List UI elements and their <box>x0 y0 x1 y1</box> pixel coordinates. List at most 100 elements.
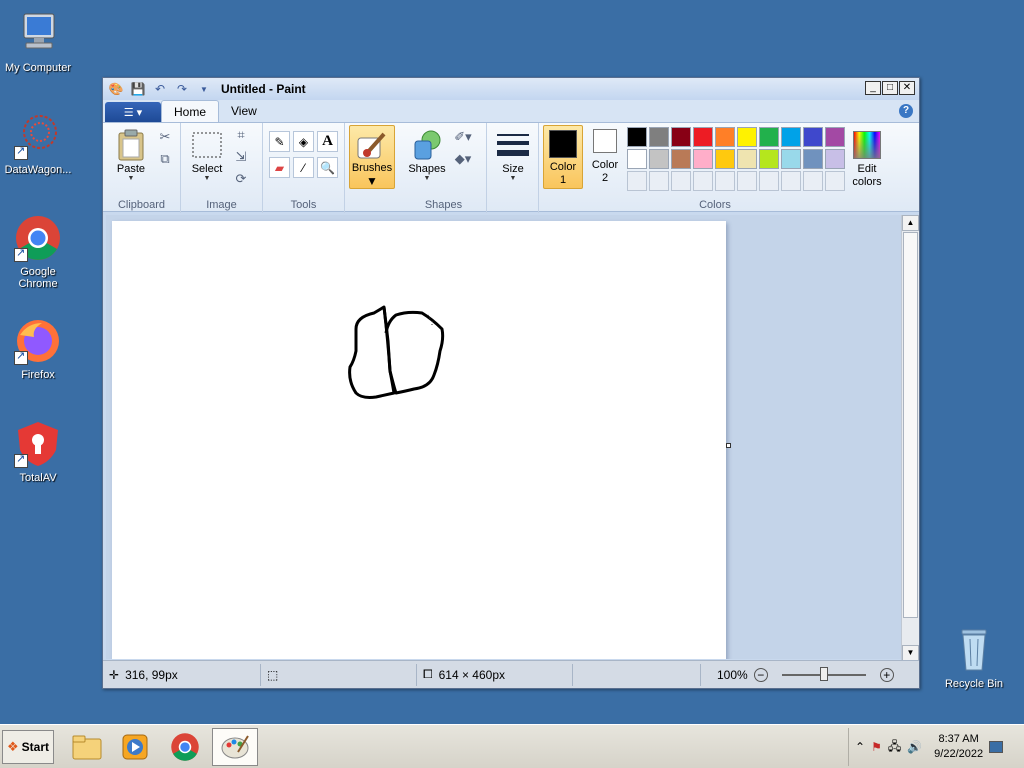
chrome-icon <box>14 214 62 262</box>
palette-swatch[interactable] <box>715 149 735 169</box>
drawing-canvas[interactable] <box>112 221 726 659</box>
tab-home[interactable]: Home <box>161 100 220 122</box>
size-button[interactable]: Size ▼ <box>493 129 533 182</box>
text-tool-icon[interactable]: A <box>317 131 338 152</box>
palette-swatch[interactable] <box>627 171 647 191</box>
palette-swatch[interactable] <box>825 171 845 191</box>
scroll-thumb[interactable] <box>903 232 918 618</box>
color-picker-icon[interactable]: ⁄ <box>293 157 314 178</box>
palette-swatch[interactable] <box>781 127 801 147</box>
palette-swatch[interactable] <box>627 127 647 147</box>
shortcut-arrow-icon <box>14 144 28 160</box>
scroll-down-icon[interactable]: ▼ <box>902 645 919 661</box>
zoom-in-button[interactable]: + <box>879 667 894 682</box>
paint-menu-button[interactable]: ☰ ▾ <box>105 102 161 122</box>
color1-button[interactable]: Color 1 <box>543 125 583 189</box>
show-desktop-icon[interactable] <box>989 741 1004 753</box>
magnifier-icon[interactable]: 🔍 <box>317 157 338 178</box>
desktop-icon-recycle-bin[interactable]: Recycle Bin <box>936 626 1012 690</box>
palette-swatch[interactable] <box>737 127 757 147</box>
palette-swatch[interactable] <box>803 171 823 191</box>
resize-icon[interactable]: ⇲ <box>231 147 251 167</box>
palette-swatch[interactable] <box>825 127 845 147</box>
taskbar-paint[interactable] <box>212 728 258 766</box>
color2-button[interactable]: Color 2 <box>587 129 623 185</box>
scroll-up-icon[interactable]: ▲ <box>902 215 919 231</box>
palette-swatch[interactable] <box>671 149 691 169</box>
eraser-icon[interactable]: ▰ <box>269 157 290 178</box>
taskbar-media-player[interactable] <box>112 728 158 766</box>
desktop-icon-label: My Computer <box>4 62 72 74</box>
palette-swatch[interactable] <box>671 171 691 191</box>
pencil-icon[interactable]: ✎ <box>269 131 290 152</box>
tab-view[interactable]: View <box>219 100 269 122</box>
save-icon[interactable]: 💾 <box>129 81 147 97</box>
clock[interactable]: 8:37 AM 9/22/2022 <box>934 732 983 762</box>
palette-swatch[interactable] <box>737 149 757 169</box>
palette-swatch[interactable] <box>825 149 845 169</box>
start-button[interactable]: ❖ Start <box>2 730 54 764</box>
desktop-icon-label: Recycle Bin <box>944 678 1004 690</box>
palette-swatch[interactable] <box>737 171 757 191</box>
paste-button[interactable]: Paste ▼ <box>111 129 151 182</box>
taskbar: ❖ Start ⌃ ⚑ 🖧 🔊 8:37 AM 9/22/2022 <box>0 724 1024 768</box>
taskbar-chrome[interactable] <box>162 728 208 766</box>
edit-colors-button[interactable]: Edit colors <box>845 129 889 189</box>
cursor-position-text: 316, 99px <box>125 667 178 682</box>
palette-swatch[interactable] <box>649 171 669 191</box>
fill-bucket-icon[interactable]: ◈ <box>293 131 314 152</box>
palette-swatch[interactable] <box>693 149 713 169</box>
palette-swatch[interactable] <box>759 149 779 169</box>
crop-icon[interactable]: ⌗ <box>231 125 251 145</box>
palette-swatch[interactable] <box>803 149 823 169</box>
edit-colors-label: Edit colors <box>845 163 889 189</box>
undo-icon[interactable]: ↶ <box>151 81 169 97</box>
desktop-icon-totalav[interactable]: TotalAV <box>0 420 76 484</box>
palette-swatch[interactable] <box>715 127 735 147</box>
desktop-icon-datawagon[interactable]: DataWagon... <box>0 112 76 176</box>
action-center-flag-icon[interactable]: ⚑ <box>871 740 882 754</box>
palette-swatch[interactable] <box>781 171 801 191</box>
palette-swatch[interactable] <box>803 127 823 147</box>
minimize-button[interactable]: _ <box>865 81 881 95</box>
clock-date: 9/22/2022 <box>934 748 984 760</box>
palette-swatch[interactable] <box>693 171 713 191</box>
desktop-icon-firefox[interactable]: Firefox <box>0 317 76 381</box>
copy-icon[interactable]: ⧉ <box>155 149 175 169</box>
maximize-button[interactable]: □ <box>882 81 898 95</box>
palette-swatch[interactable] <box>781 149 801 169</box>
outline-icon[interactable]: ✐▾ <box>453 127 473 147</box>
palette-swatch[interactable] <box>671 127 691 147</box>
close-button[interactable]: ✕ <box>899 81 915 95</box>
palette-swatch[interactable] <box>649 127 669 147</box>
volume-icon[interactable]: 🔊 <box>907 740 922 754</box>
canvas-area[interactable] <box>106 215 902 659</box>
palette-swatch[interactable] <box>693 127 713 147</box>
canvas-resize-handle[interactable] <box>726 443 731 448</box>
redo-icon[interactable]: ↷ <box>173 81 191 97</box>
palette-swatch[interactable] <box>759 127 779 147</box>
help-icon[interactable]: ? <box>899 104 913 118</box>
palette-swatch[interactable] <box>715 171 735 191</box>
network-icon[interactable]: 🖧 <box>888 737 901 758</box>
desktop-icon-google-chrome[interactable]: Google Chrome <box>0 214 76 290</box>
select-button[interactable]: Select ▼ <box>187 129 227 182</box>
customize-dropdown-icon[interactable]: ▼ <box>195 81 213 97</box>
desktop-icon-my-computer[interactable]: My Computer <box>0 10 76 74</box>
cut-icon[interactable]: ✂ <box>155 127 175 147</box>
paint-app-icon[interactable]: 🎨 <box>107 81 125 97</box>
palette-swatch[interactable] <box>627 149 647 169</box>
title-bar[interactable]: 🎨 💾 ↶ ↷ ▼ Untitled - Paint _ □ ✕ <box>103 78 919 100</box>
zoom-slider-thumb[interactable] <box>819 666 828 681</box>
vertical-scrollbar[interactable]: ▲ ▼ <box>901 215 919 661</box>
zoom-out-button[interactable]: − <box>753 667 768 682</box>
fill-icon[interactable]: ◆▾ <box>453 149 473 169</box>
palette-swatch[interactable] <box>759 171 779 191</box>
palette-swatch[interactable] <box>649 149 669 169</box>
shapes-button[interactable]: Shapes ▼ <box>405 129 449 182</box>
show-hidden-icons-icon[interactable]: ⌃ <box>855 740 865 754</box>
rotate-icon[interactable]: ⟳ <box>231 169 251 189</box>
brushes-button[interactable]: Brushes ▼ <box>349 125 395 189</box>
zoom-slider[interactable] <box>781 666 866 681</box>
taskbar-explorer[interactable] <box>64 728 110 766</box>
